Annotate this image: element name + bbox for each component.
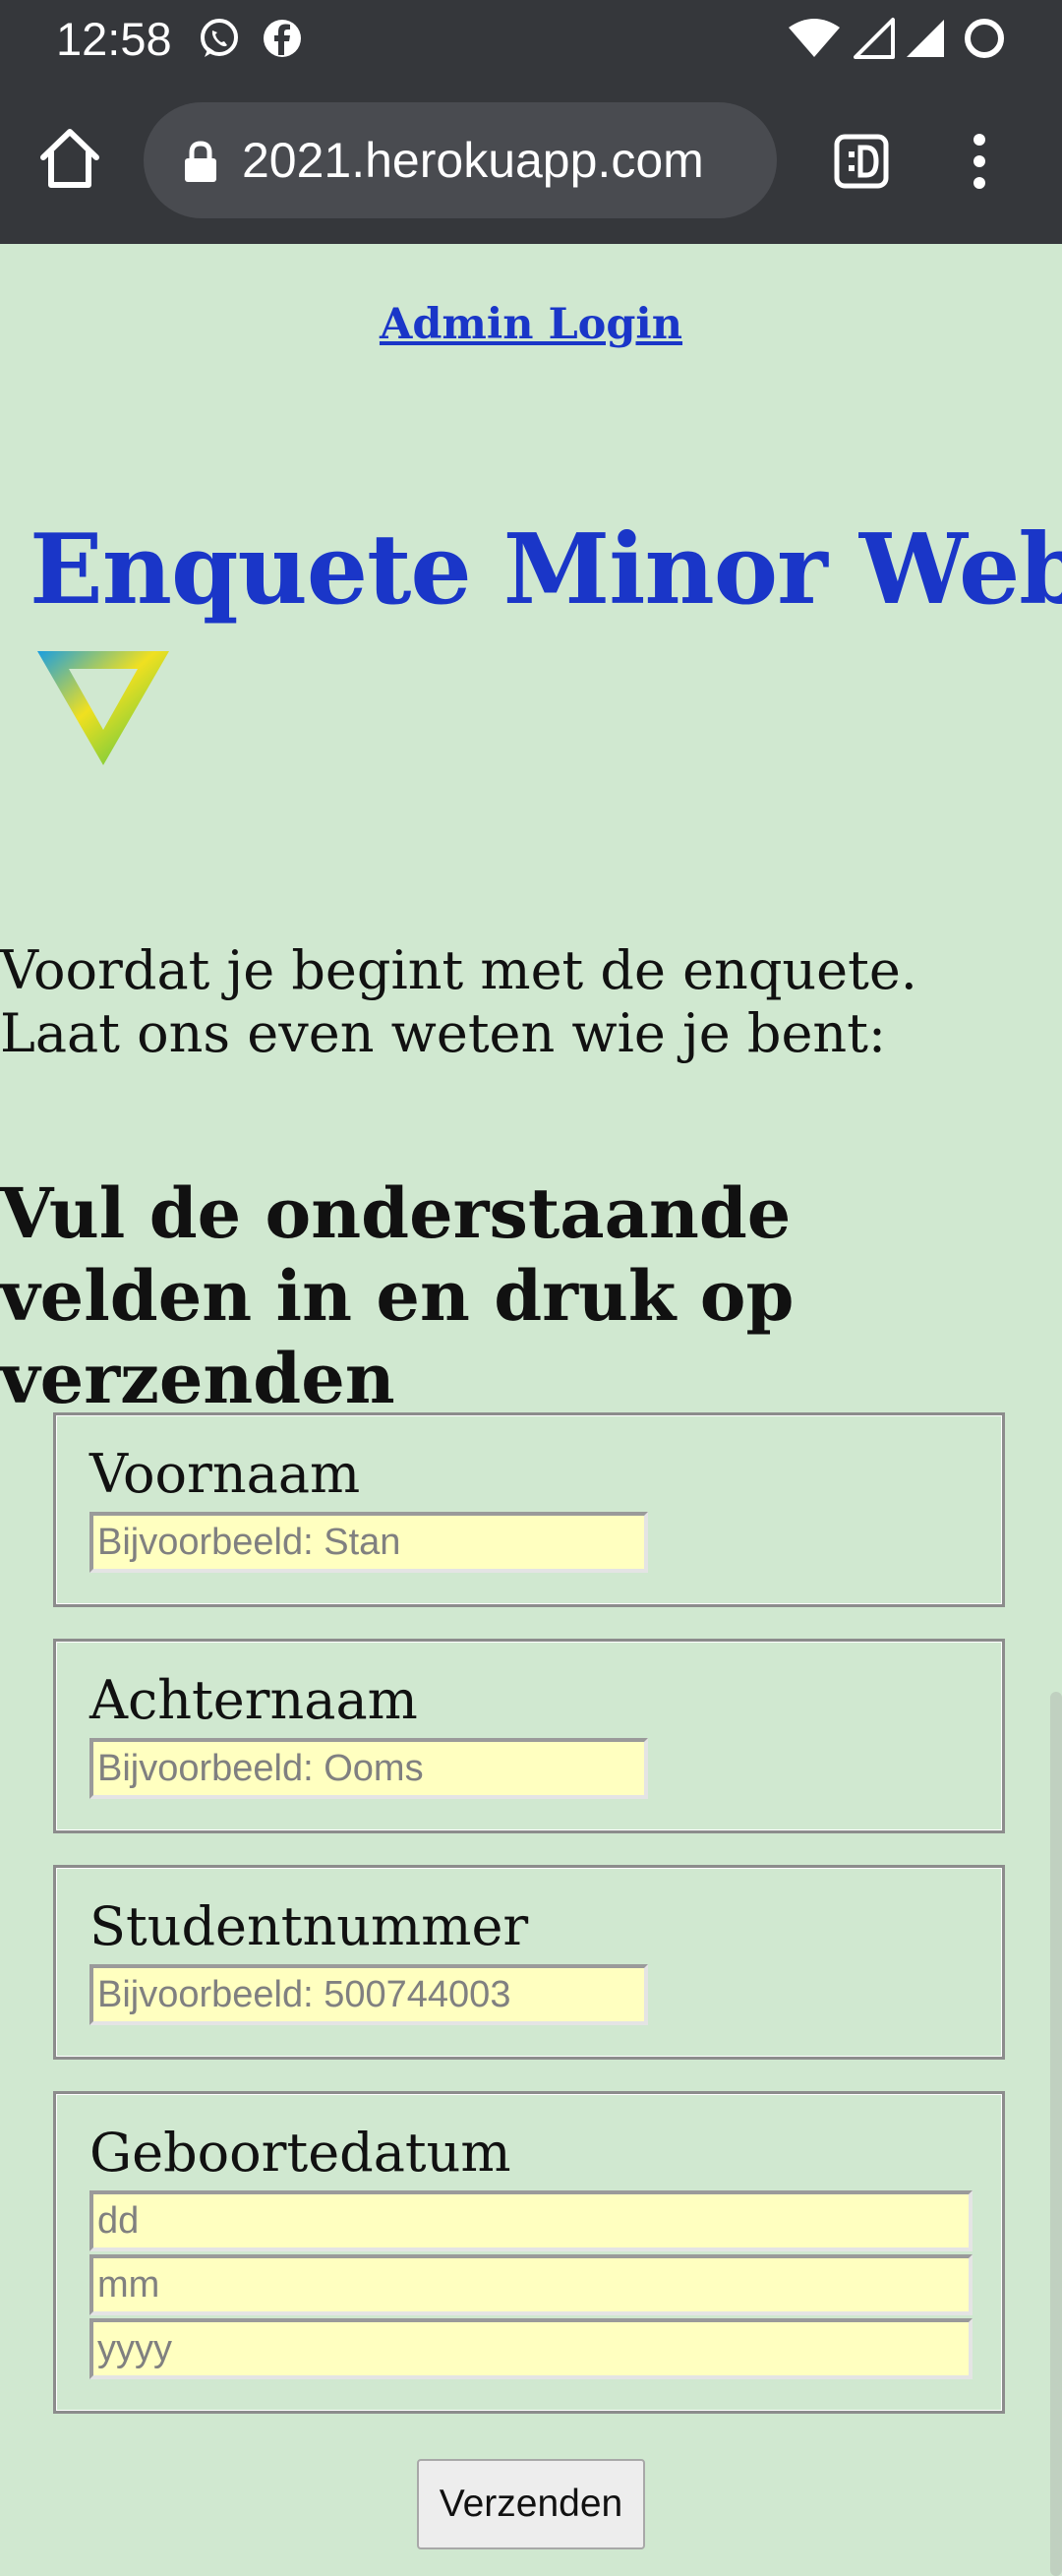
status-time: 12:58 bbox=[56, 13, 172, 65]
studentnumber-input[interactable] bbox=[89, 1964, 648, 2025]
wifi-icon bbox=[789, 19, 840, 57]
birthdate-day-input[interactable] bbox=[89, 2190, 973, 2251]
firstname-label: Voornaam bbox=[89, 1443, 361, 1505]
signal-empty-icon bbox=[854, 18, 895, 59]
more-vert-icon[interactable] bbox=[950, 130, 1009, 193]
lock-icon[interactable] bbox=[183, 140, 218, 183]
home-icon[interactable] bbox=[35, 124, 104, 193]
page-scrollbar[interactable] bbox=[1050, 1692, 1062, 2576]
intro-text: Voordat je begint met de enquete. Laat o… bbox=[0, 939, 917, 1064]
birthdate-month-input[interactable] bbox=[89, 2254, 973, 2315]
admin-login-link[interactable]: Admin Login bbox=[0, 295, 1062, 354]
address-bar[interactable]: 2021.herokuapp.com bbox=[144, 102, 777, 218]
browser-toolbar: 2021.herokuapp.com bbox=[0, 79, 1062, 244]
signal-full-icon bbox=[907, 20, 944, 57]
lastname-label: Achternaam bbox=[89, 1669, 418, 1731]
desktop-site-icon[interactable] bbox=[832, 132, 891, 191]
logo-triangle-icon bbox=[37, 651, 169, 765]
url-text: 2021.herokuapp.com bbox=[242, 133, 704, 188]
firstname-input[interactable] bbox=[89, 1512, 648, 1573]
firstname-fieldset: Voornaam bbox=[53, 1412, 1005, 1607]
submit-button[interactable]: Verzenden bbox=[417, 2459, 645, 2549]
lastname-input[interactable] bbox=[89, 1738, 648, 1799]
birthdate-year-input[interactable] bbox=[89, 2318, 973, 2379]
studentnumber-fieldset: Studentnummer bbox=[53, 1865, 1005, 2060]
whatsapp-icon bbox=[201, 19, 238, 57]
page-title: Enquete Minor Web bbox=[30, 513, 1062, 627]
birthdate-label: Geboortedatum bbox=[89, 2122, 511, 2184]
studentnumber-label: Studentnummer bbox=[89, 1895, 529, 1957]
instruction-heading: Vul de onderstaande velden in en druk op… bbox=[0, 1172, 795, 1419]
battery-ring-icon bbox=[965, 19, 1004, 58]
status-bar: 12:58 bbox=[0, 0, 1062, 79]
facebook-icon bbox=[264, 20, 301, 57]
lastname-fieldset: Achternaam bbox=[53, 1639, 1005, 1833]
birthdate-fieldset: Geboortedatum bbox=[53, 2091, 1005, 2414]
